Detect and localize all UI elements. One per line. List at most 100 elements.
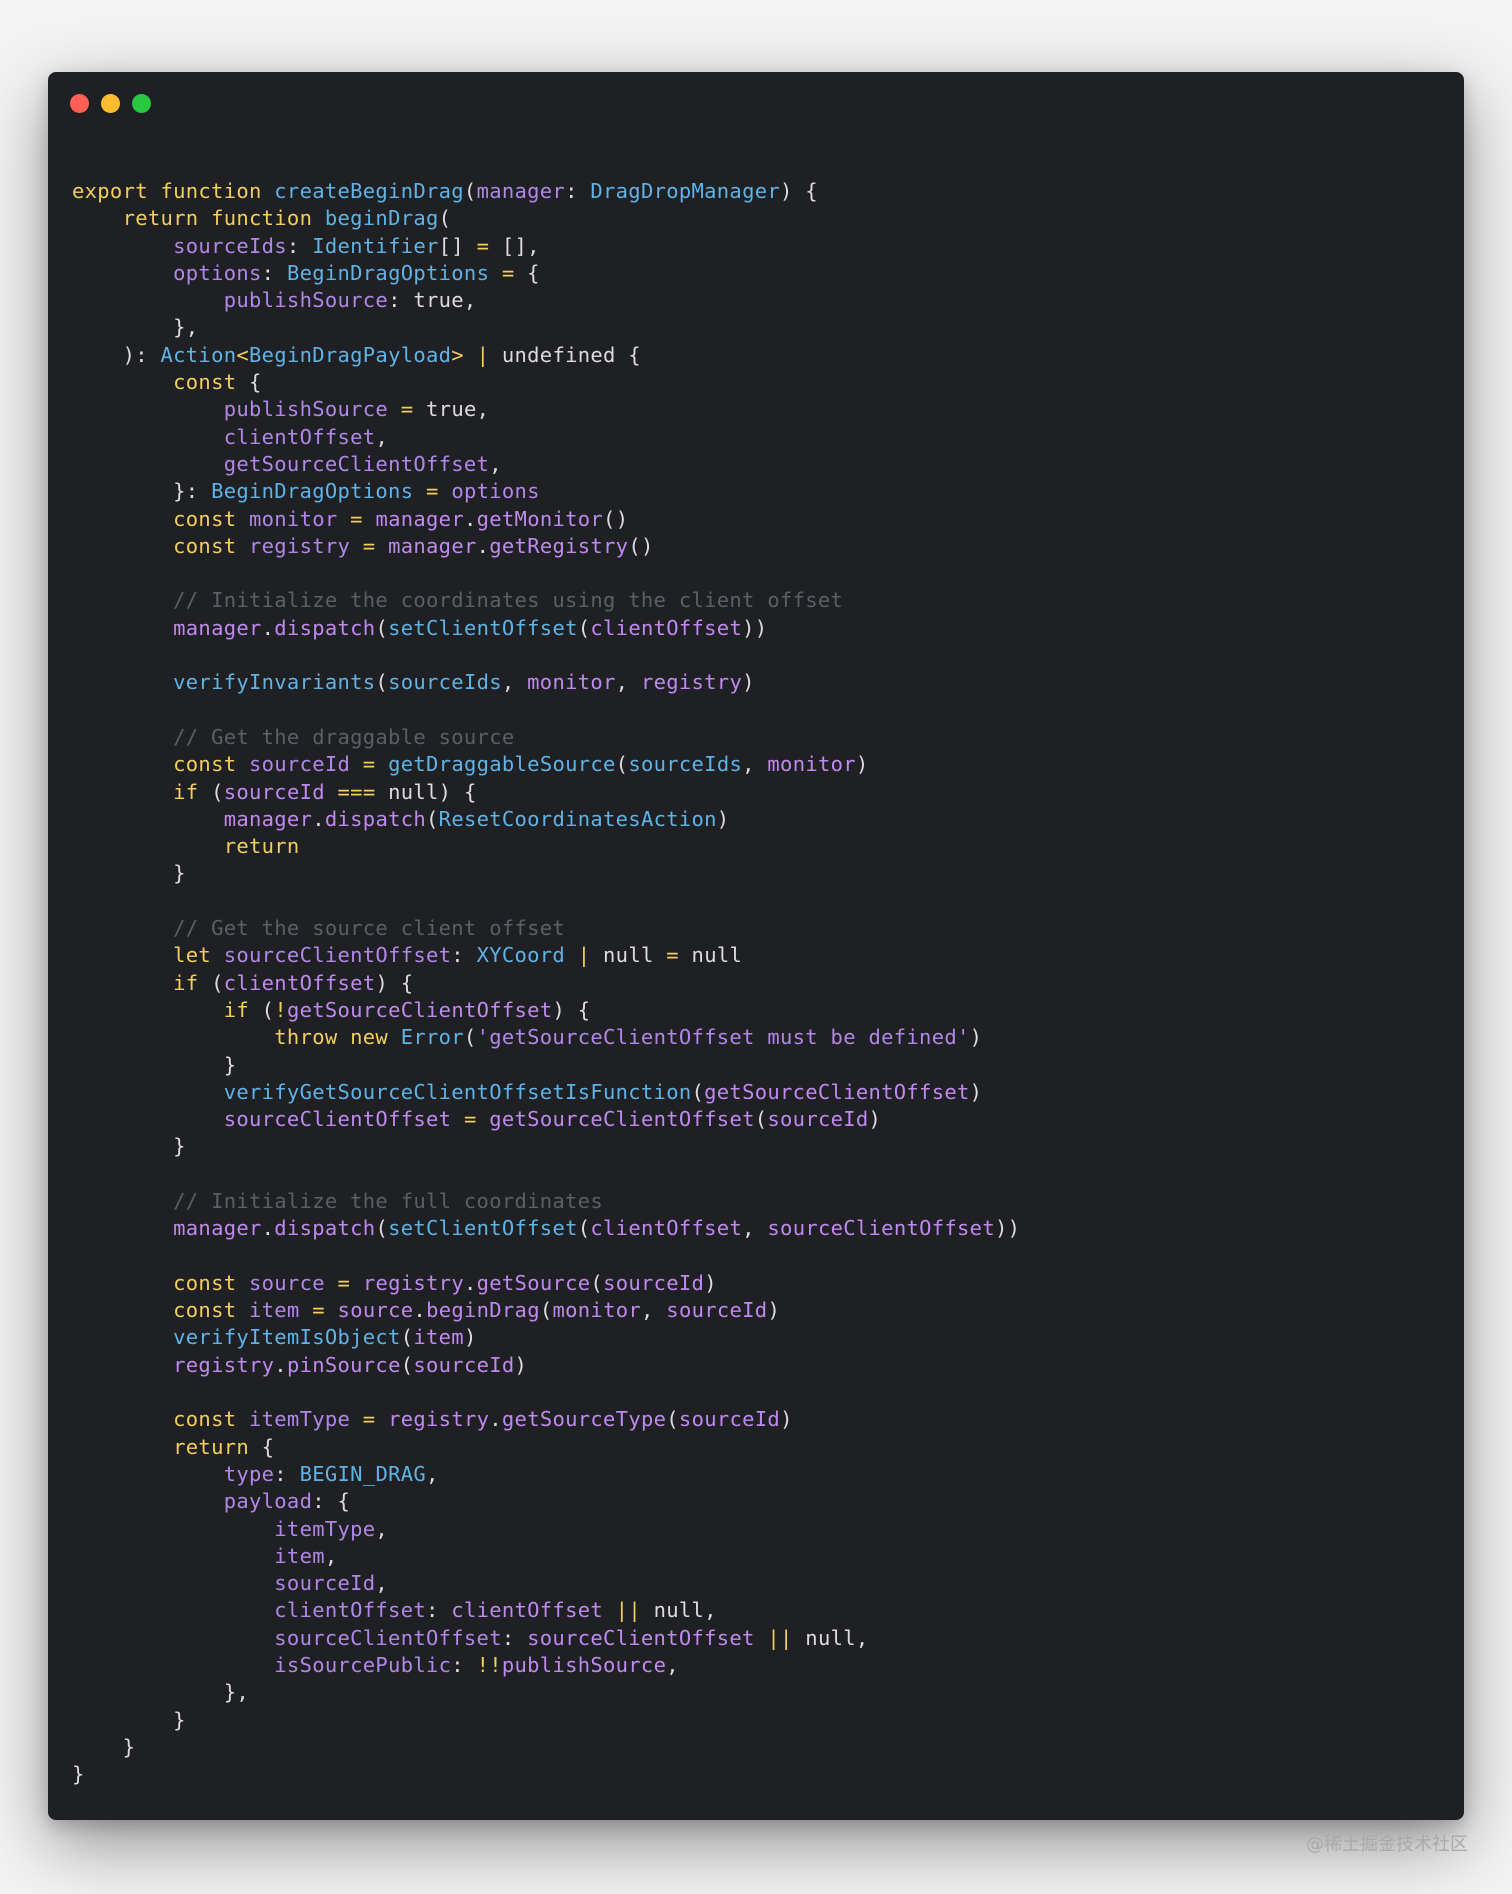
- code-token-fn: getDraggableSource: [388, 752, 616, 777]
- code-token-ty: XYCoord: [476, 943, 566, 968]
- code-line: itemType,: [72, 1516, 1020, 1543]
- code-token-id: manager: [223, 806, 313, 831]
- minimize-icon[interactable]: [101, 94, 120, 113]
- code-token-id: dispatch: [324, 806, 427, 831]
- code-token-plain: ,: [742, 752, 768, 777]
- code-token-op: > |: [451, 342, 502, 367]
- code-token-id: sourceClientOffset: [527, 1625, 755, 1650]
- code-token-plain: ): [767, 1298, 781, 1323]
- code-token-id: pinSource: [286, 1352, 401, 1377]
- code-line: manager.dispatch(setClientOffset(clientO…: [72, 615, 1020, 642]
- code-line: options: BeginDragOptions = {: [72, 260, 1020, 287]
- code-token-plain: .: [274, 1352, 287, 1377]
- code-token-plain: null: [590, 943, 667, 968]
- code-token-plain: ,: [375, 1571, 389, 1596]
- code-token-var: sourceId: [249, 752, 351, 777]
- code-token-plain: :: [286, 233, 313, 258]
- maximize-icon[interactable]: [132, 94, 151, 113]
- code-token-var: payload: [223, 1489, 313, 1514]
- code-token-kw: return: [173, 1434, 249, 1459]
- code-token-op: =: [362, 533, 376, 558]
- code-token-id: getSourceClientOffset: [489, 1107, 755, 1132]
- code-line: ): Action<BeginDragPayload> | undefined …: [72, 342, 1020, 369]
- code-token-var: options: [451, 479, 540, 504]
- code-token-plain: )): [994, 1216, 1021, 1241]
- code-token-plain: {: [249, 1434, 275, 1459]
- code-token-plain: ): [742, 670, 755, 695]
- code-token-var: item: [249, 1298, 300, 1323]
- code-token-cm: // Get the source client offset: [173, 916, 566, 941]
- code-token-kw: if: [173, 970, 199, 995]
- code-token-plain: :: [565, 179, 591, 203]
- code-token-id: clientOffset: [451, 1598, 604, 1623]
- code-token-plain: ,: [742, 1216, 768, 1241]
- code-line: sourceId,: [72, 1570, 1020, 1597]
- code-line: isSourcePublic: !!publishSource,: [72, 1652, 1020, 1679]
- code-token-plain: (: [400, 1352, 414, 1377]
- code-token-plain: ,: [641, 1298, 667, 1323]
- code-token-plain: (): [603, 506, 629, 531]
- code-token-cm: // Initialize the full coordinates: [173, 1188, 603, 1213]
- code-token-plain: ,: [324, 1543, 338, 1568]
- code-line: const monitor = manager.getMonitor(): [72, 506, 1020, 533]
- code-token-var: sourceClientOffset: [274, 1625, 502, 1650]
- code-token-kw: return function: [122, 206, 325, 231]
- code-line: manager.dispatch(ResetCoordinatesAction): [72, 806, 1020, 833]
- code-token-plain: ): [514, 1352, 528, 1377]
- code-token-plain: .: [413, 1298, 427, 1323]
- code-token-plain: .: [463, 1270, 477, 1295]
- code-token-plain: null) {: [375, 779, 477, 804]
- code-token-fn: verifyItemIsObject: [173, 1325, 401, 1350]
- code-token-id: sourceClientOffset: [767, 1216, 995, 1241]
- code-token-ty: BeginDragOptions: [286, 260, 490, 285]
- code-token-plain: (: [249, 997, 275, 1022]
- code-token-plain: {: [236, 370, 262, 395]
- code-token-op: =: [362, 752, 376, 777]
- code-token-plain: ):: [72, 342, 161, 367]
- code-line: const item = source.beginDrag(monitor, s…: [72, 1297, 1020, 1324]
- code-token-plain: (: [754, 1107, 768, 1132]
- code-token-fn: verifyInvariants: [173, 670, 376, 695]
- code-token-plain: :: [451, 943, 477, 968]
- code-token-kw: let: [173, 943, 224, 968]
- code-token-plain: :: [261, 260, 287, 285]
- code-token-id: sourceId: [666, 1298, 768, 1323]
- code-token-fn: BEGIN_DRAG: [299, 1461, 427, 1486]
- close-icon[interactable]: [70, 94, 89, 113]
- code-token-kw: const: [173, 1270, 249, 1295]
- code-line: let sourceClientOffset: XYCoord | null =…: [72, 942, 1020, 969]
- code-line: return {: [72, 1434, 1020, 1461]
- code-token-op: ||: [767, 1625, 793, 1650]
- code-token-plain: ): [868, 1107, 882, 1132]
- code-token-plain: }: [72, 1707, 186, 1732]
- code-token-id: manager: [388, 533, 477, 558]
- code-token-plain: .: [463, 506, 477, 531]
- code-line: registry.pinSource(sourceId): [72, 1352, 1020, 1379]
- code-token-id: beginDrag: [426, 1298, 540, 1323]
- code-token-var: clientOffset: [223, 424, 376, 449]
- code-token-op: =: [426, 479, 439, 504]
- code-token-plain: ,: [615, 670, 641, 695]
